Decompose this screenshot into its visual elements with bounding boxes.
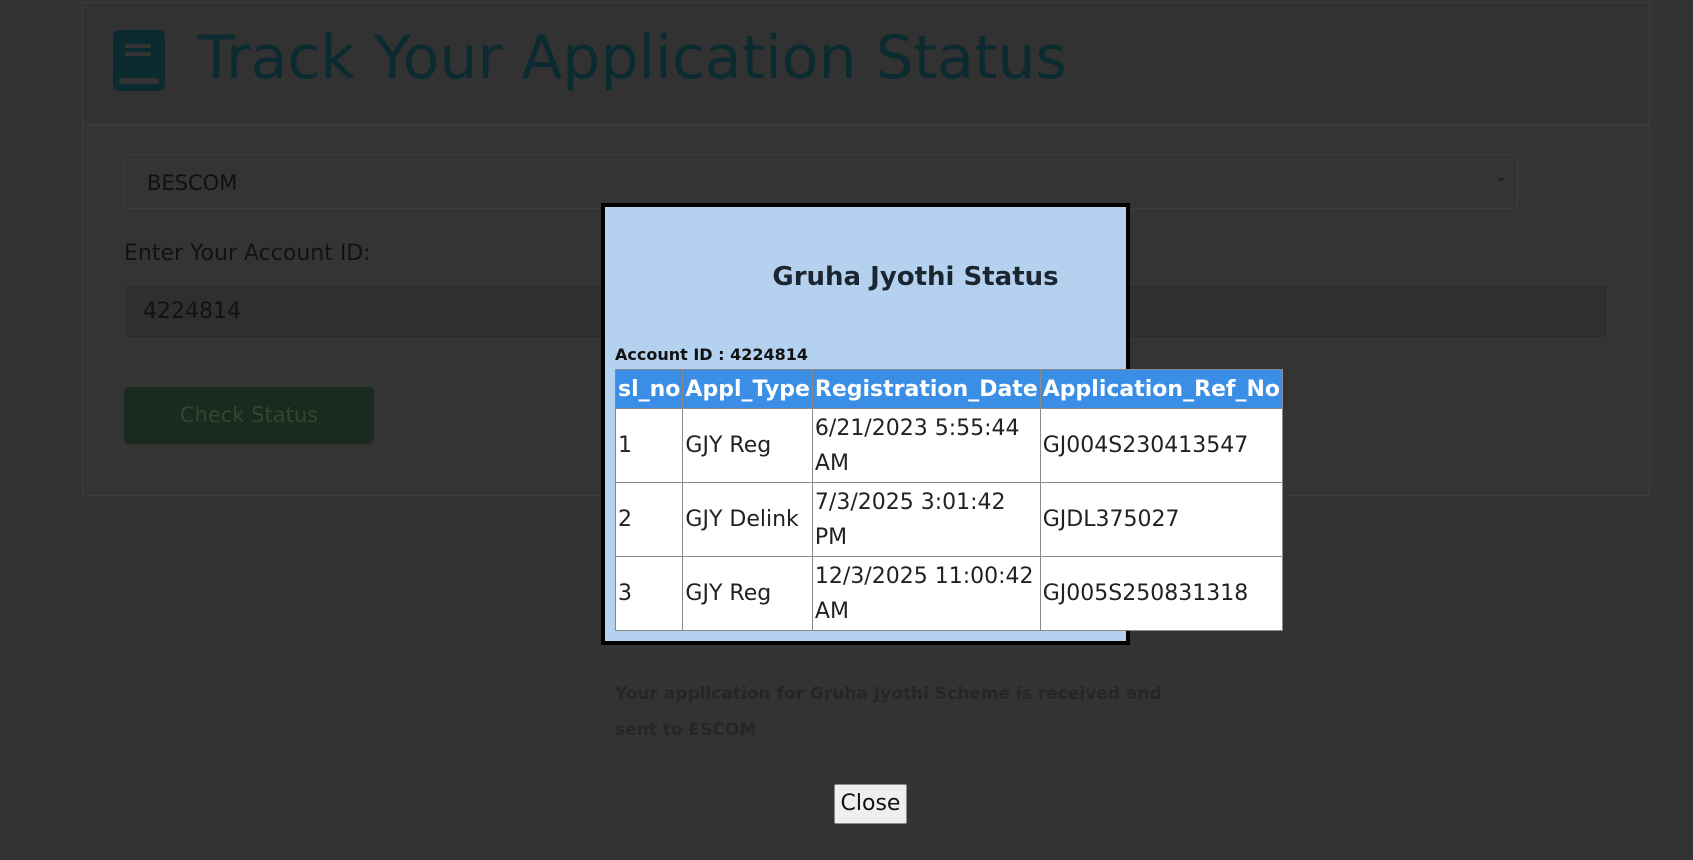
cell-appl-type: GJY Reg [682, 556, 813, 631]
close-button[interactable]: Close [834, 784, 907, 824]
cell-appl-type: GJY Reg [682, 408, 813, 483]
cell-registration-date: 12/3/2025 11:00:42 AM [811, 556, 1041, 631]
column-header: Registration_Date [811, 369, 1041, 409]
escom-select-value: BESCOM [147, 171, 238, 195]
cell-appl-type: GJY Delink [682, 482, 813, 557]
cell-sl-no: 1 [614, 408, 684, 483]
cell-ref-no: GJDL375027 [1039, 482, 1284, 557]
column-header: sl_no [614, 369, 684, 409]
account-id-label: Enter Your Account ID: [124, 241, 371, 266]
cell-sl-no: 3 [614, 556, 684, 631]
status-message: Your application for Gruha Jyothi Scheme… [615, 684, 1162, 740]
page-title: Track Your Application Status [198, 23, 1067, 93]
column-header: Appl_Type [682, 369, 813, 409]
escom-select[interactable]: BESCOM ⌄ [124, 154, 1518, 209]
chevron-down-icon: ⌄ [1495, 169, 1507, 185]
cell-registration-date: 6/21/2023 5:55:44 AM [811, 408, 1041, 483]
cell-ref-no: GJ005S250831318 [1039, 556, 1284, 631]
cell-sl-no: 2 [614, 482, 684, 557]
table-row: 2 GJY Delink 7/3/2025 3:01:42 PM GJDL375… [614, 482, 1284, 557]
cell-ref-no: GJ004S230413547 [1039, 408, 1284, 483]
check-status-button[interactable]: Check Status [124, 387, 374, 444]
modal-title: Gruha Jyothi Status [772, 262, 1059, 292]
account-id-line: Account ID : 4224814 [615, 345, 809, 364]
table-row: 3 GJY Reg 12/3/2025 11:00:42 AM GJ005S25… [614, 556, 1284, 631]
column-header: Application_Ref_No [1039, 369, 1284, 409]
cell-registration-date: 7/3/2025 3:01:42 PM [811, 482, 1041, 557]
card-header: Track Your Application Status [83, 3, 1649, 125]
status-table: sl_no Appl_Type Registration_Date Applic… [614, 369, 1284, 631]
table-header-row: sl_no Appl_Type Registration_Date Applic… [614, 369, 1284, 409]
table-row: 1 GJY Reg 6/21/2023 5:55:44 AM GJ004S230… [614, 408, 1284, 483]
book-icon [113, 30, 165, 91]
